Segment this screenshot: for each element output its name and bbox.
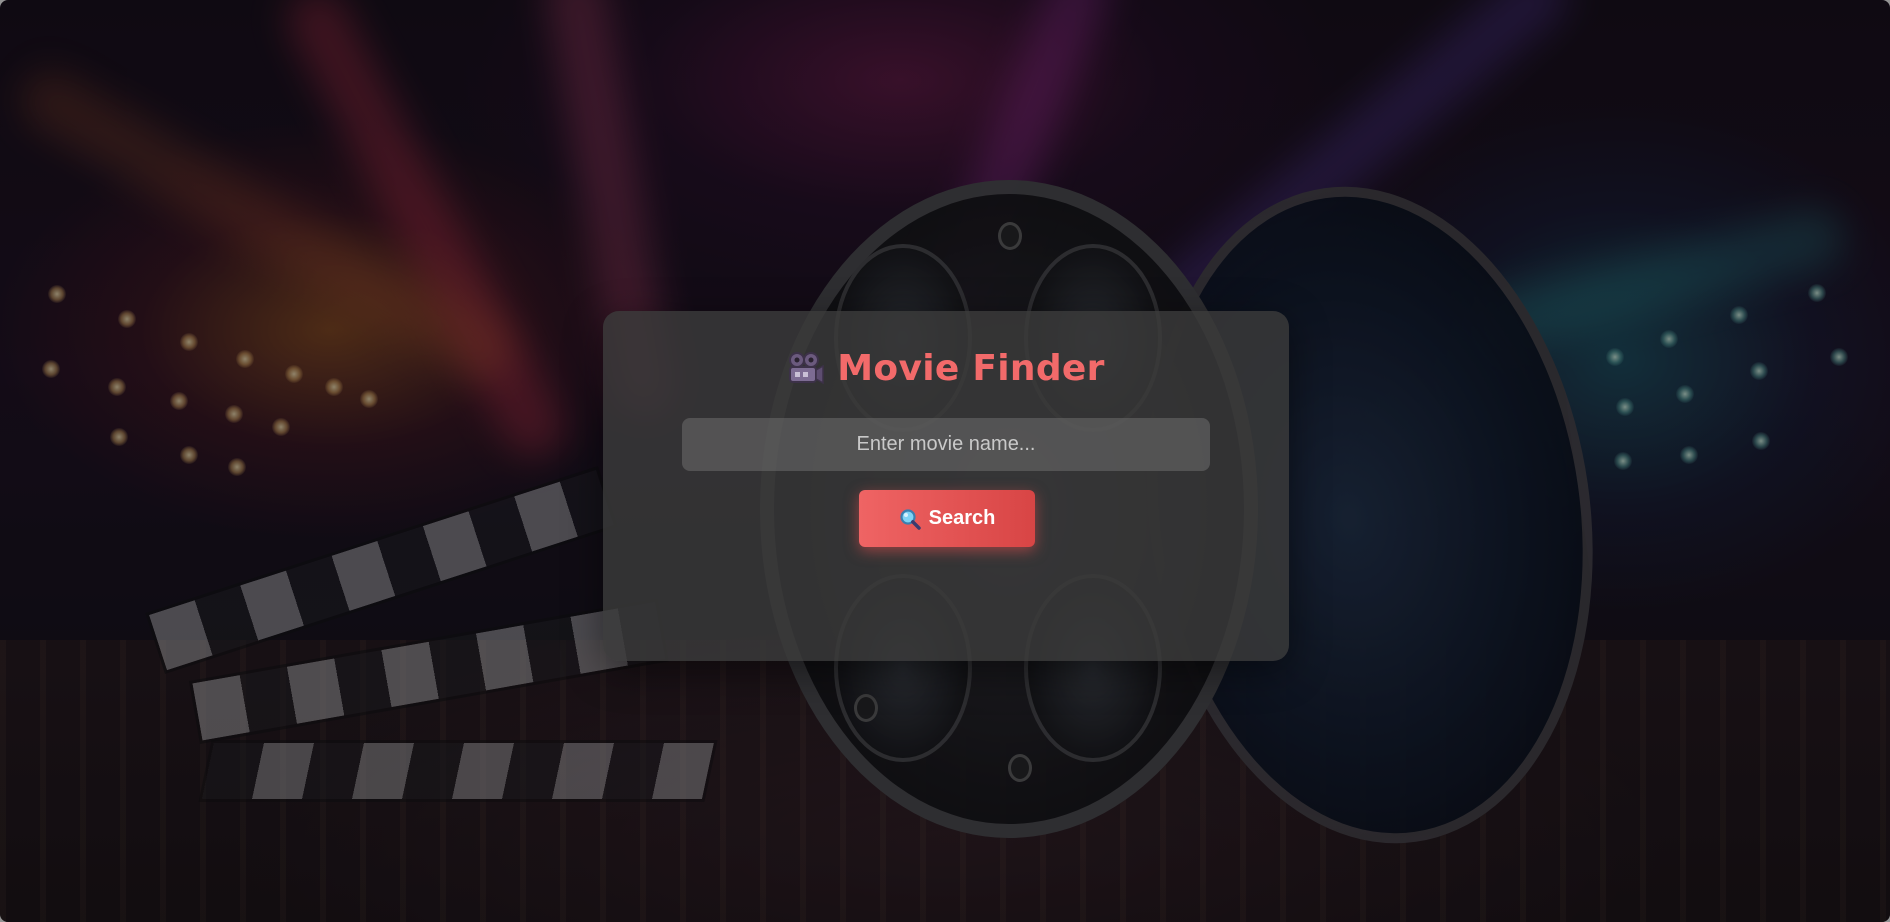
search-input[interactable] <box>682 418 1210 471</box>
magnifying-glass-icon <box>899 508 921 530</box>
page-title: Movie Finder <box>837 347 1105 389</box>
title-row: Movie Finder <box>603 343 1289 393</box>
search-button-label: Search <box>928 507 996 529</box>
page: Movie Finder Search <box>0 0 1890 922</box>
movie-camera-icon <box>787 351 825 385</box>
search-card: Movie Finder Search <box>603 311 1289 661</box>
search-button[interactable]: Search <box>859 490 1035 547</box>
